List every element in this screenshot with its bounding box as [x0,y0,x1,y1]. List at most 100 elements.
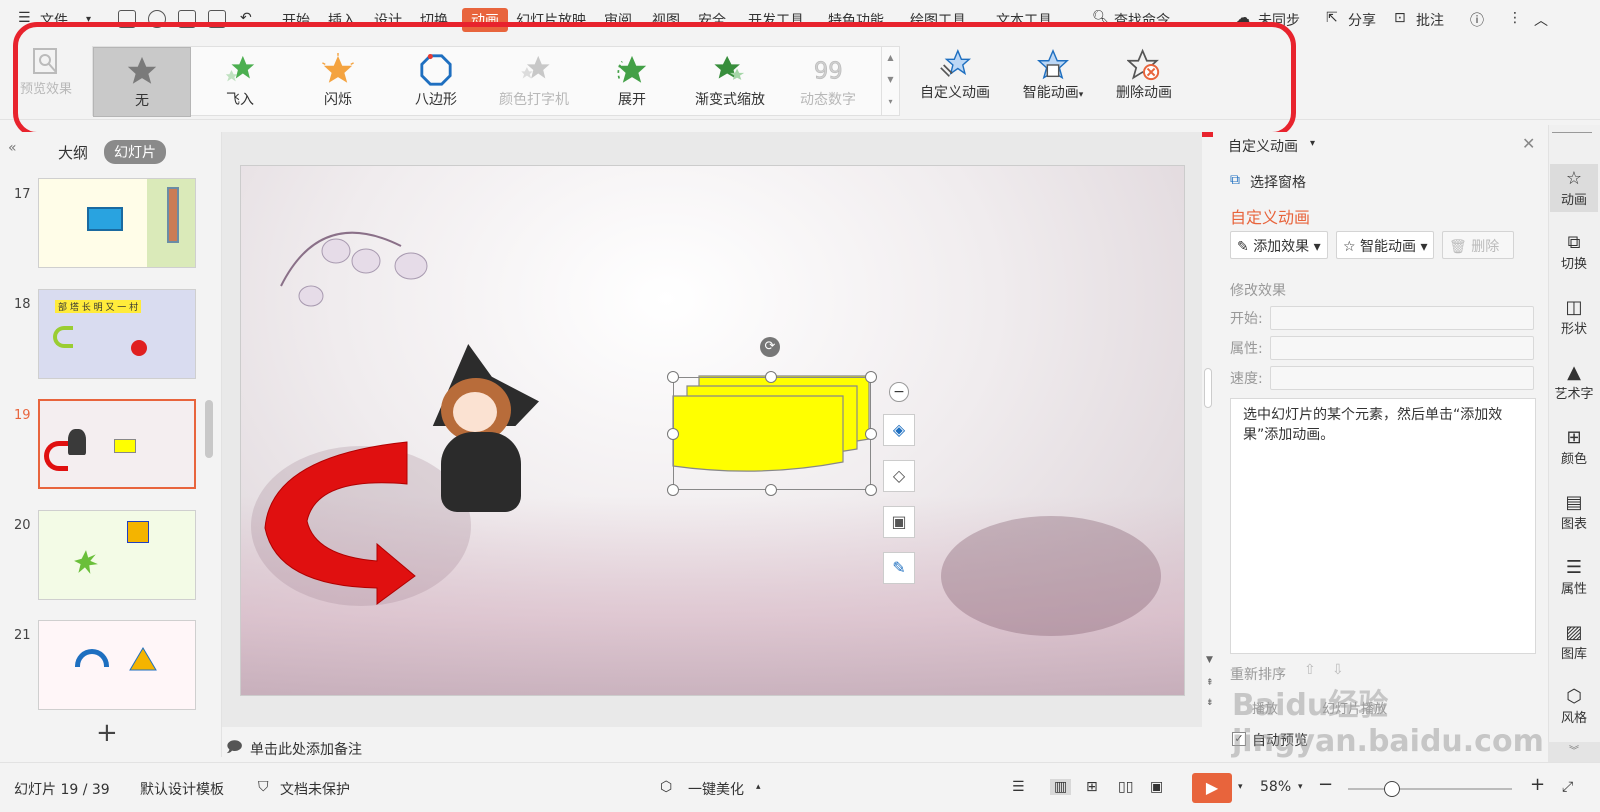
sorter-view-icon[interactable]: ⊞ [1086,779,1098,795]
tab-text-tools[interactable]: 文本工具 [996,10,1052,30]
gallery-item-typewriter[interactable]: 颜色打字机 [485,47,583,117]
zoom-out-icon[interactable]: − [1318,774,1333,795]
tab-slideshow[interactable]: 幻灯片放映 [516,10,586,30]
export-icon[interactable] [148,10,166,28]
zoom-in-icon[interactable]: + [1530,774,1545,795]
tab-slides[interactable]: 幻灯片 [104,140,166,164]
tab-transition[interactable]: 切换 [420,10,448,30]
gallery-item-octagon[interactable]: 八边形 [387,47,485,117]
help-icon[interactable]: ⓘ [1470,10,1484,30]
save-icon[interactable] [118,10,136,28]
resize-handle[interactable] [865,428,877,440]
rail-transition[interactable]: ⧉ 切换 [1550,232,1598,272]
close-icon[interactable]: ✕ [1522,134,1535,153]
tab-drawing-tools[interactable]: 绘图工具 [910,10,966,30]
cloud-icon[interactable]: ☁ [1236,10,1250,26]
protect-status[interactable]: 文档未保护 [280,779,350,799]
hamburger-menu-icon[interactable]: ☰ [18,10,31,26]
resize-handle[interactable] [765,371,777,383]
panel-title[interactable]: 自定义动画 [1228,136,1298,156]
chevron-down-icon[interactable]: ▾ [1298,782,1303,792]
more-icon[interactable]: ⋮ [1508,10,1522,26]
slide-canvas[interactable]: ⟳ − ◈ ◇ ▣ ✎ [240,165,1185,696]
slide-thumbnail-21[interactable] [38,620,196,710]
chevron-up-icon[interactable]: ▴ [756,782,761,792]
normal-view-icon[interactable]: ▥ [1050,779,1072,795]
search-command[interactable]: 查找命令 [1114,10,1170,30]
share-button[interactable]: 分享 [1348,10,1376,30]
selection-pane-link[interactable]: 选择窗格 [1250,172,1306,192]
tab-outline[interactable]: 大纲 [58,142,88,163]
gallery-item-flash[interactable]: 闪烁 [289,47,387,117]
tab-insert[interactable]: 插入 [328,10,356,30]
tab-security[interactable]: 安全 [698,10,726,30]
chevron-down-icon[interactable]: ▾ [86,14,91,25]
add-slide-icon[interactable]: + [96,718,118,748]
animation-list[interactable]: 选中幻灯片的某个元素，然后单击“添加效果”添加动画。 [1230,398,1536,654]
notes-bar[interactable]: 🗩︎ 单击此处添加备注 [222,735,1200,762]
rail-wordart[interactable]: ▲ 艺术字 [1550,362,1598,402]
slide-thumbnail-17[interactable] [38,178,196,268]
delete-effect-button[interactable]: 🗑︎ 删除 [1442,231,1514,259]
collapse-panel-icon[interactable]: « [8,140,17,156]
fit-window-icon[interactable]: ⤢ [1562,779,1573,795]
smart-animation-panel-button[interactable]: ☆ 智能动画 ▾ [1336,231,1434,259]
layers-icon[interactable]: ◈ [883,414,915,446]
gallery-item-dynamic-number[interactable]: 99 动态数字 [779,47,877,117]
gallery-item-none[interactable]: 无 [93,47,191,117]
slide-thumbnail-18[interactable]: 部 塔 长 明 又 一 村 [38,289,196,379]
fill-color-icon[interactable]: ◇ [883,460,915,492]
menu-file[interactable]: 文件 [40,10,68,30]
slide-thumbnail-19[interactable] [38,399,196,489]
share-icon[interactable]: ⇱ [1326,10,1338,26]
tab-home[interactable]: 开始 [282,10,310,30]
preview-effect-button[interactable]: 预览效果 [16,46,76,97]
preview-icon[interactable] [208,10,226,28]
sync-status[interactable]: 未同步 [1258,10,1300,30]
resize-handle[interactable] [765,484,777,496]
chevron-down-icon[interactable]: ▾ [1238,782,1243,792]
custom-animation-button[interactable]: 自定义动画 [910,48,1000,102]
collapse-toolbar-icon[interactable]: − [889,382,909,402]
property-select[interactable] [1270,336,1534,360]
gallery-scroll[interactable]: ▲ ▼ ▾ [881,47,899,115]
resize-handle[interactable] [667,428,679,440]
rail-style[interactable]: ⬡ 风格 [1550,686,1598,726]
resize-handle[interactable] [865,371,877,383]
tab-review[interactable]: 审阅 [604,10,632,30]
delete-animation-button[interactable]: 删除动画 [1104,48,1184,102]
comment-button[interactable]: 批注 [1416,10,1444,30]
zoom-slider-thumb[interactable] [1384,781,1400,797]
scroll-down-icon[interactable]: ▼ [1206,655,1213,665]
canvas-scrollbar[interactable] [1204,368,1212,408]
start-select[interactable] [1270,306,1534,330]
rail-chart[interactable]: ▤ 图表 [1550,492,1598,532]
rotate-handle-icon[interactable]: ⟳ [760,337,780,357]
selection-pane-icon[interactable]: ⧉ [1230,172,1240,188]
move-up-icon[interactable]: ⇧ [1304,662,1316,678]
gallery-item-zoom[interactable]: 渐变式缩放 [681,47,779,117]
template-name[interactable]: 默认设计模板 [140,779,224,799]
comment-icon[interactable]: ⊡ [1394,10,1406,26]
speed-select[interactable] [1270,366,1534,390]
rail-properties[interactable]: ☰ 属性 [1550,557,1598,597]
rail-gallery[interactable]: ▨ 图库 [1550,622,1598,662]
rail-animation[interactable]: ☆ 动画 [1550,164,1598,212]
tab-design[interactable]: 设计 [374,10,402,30]
format-brush-icon[interactable]: ✎ [883,552,915,584]
zoom-slider-track[interactable] [1348,788,1512,790]
left-panel-scrollbar[interactable] [205,400,213,458]
rail-expand-icon[interactable]: ︾ [1548,742,1600,762]
undo-icon[interactable]: ↶ [240,10,252,26]
gallery-item-fly-in[interactable]: 飞入 [191,47,289,117]
beautify-button[interactable]: 一键美化 [688,779,744,799]
resize-handle[interactable] [667,484,679,496]
print-icon[interactable] [178,10,196,28]
tab-animation[interactable]: 动画 [462,8,508,32]
rail-color[interactable]: ⊞ 颜色 [1550,427,1598,467]
smart-animation-button[interactable]: 智能动画▾ [1010,48,1096,102]
red-curved-arrow[interactable] [257,436,417,606]
resize-handle[interactable] [667,371,679,383]
tab-view[interactable]: 视图 [652,10,680,30]
move-down-icon[interactable]: ⇩ [1332,662,1344,678]
